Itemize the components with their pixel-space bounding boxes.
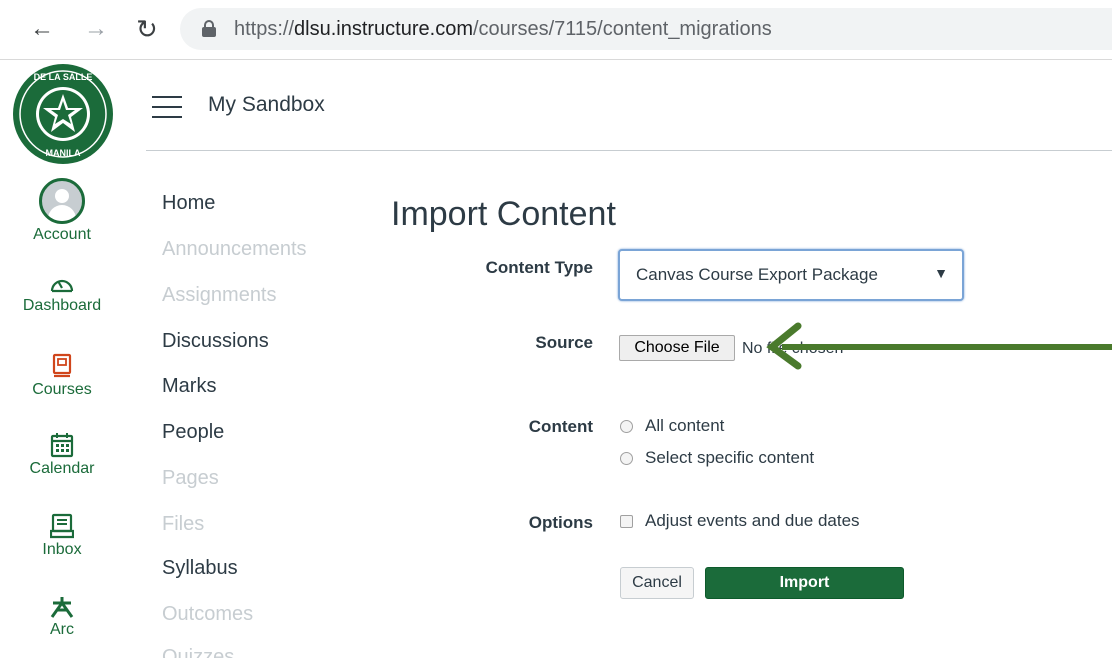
- import-button[interactable]: Import: [705, 567, 904, 599]
- global-nav-calendar[interactable]: Calendar: [0, 432, 124, 478]
- lock-icon: [202, 20, 216, 37]
- global-nav-inbox[interactable]: Inbox: [0, 513, 124, 559]
- course-header: My Sandbox: [146, 60, 1112, 151]
- radio-select-specific-content[interactable]: [620, 452, 633, 465]
- global-nav-courses[interactable]: Courses: [0, 353, 124, 399]
- choose-file-button[interactable]: Choose File: [619, 335, 735, 361]
- page-title: Import Content: [391, 195, 616, 233]
- course-nav-announcements[interactable]: Announcements: [162, 238, 307, 261]
- content-type-label: Content Type: [485, 258, 593, 277]
- address-bar[interactable]: https://dlsu.instructure.com/courses/711…: [180, 8, 1112, 50]
- annotation-arrow-icon: [766, 322, 1112, 370]
- book-icon: [52, 353, 72, 378]
- breadcrumb-course[interactable]: My Sandbox: [208, 93, 325, 117]
- browser-toolbar: ← → ↻ https://dlsu.instructure.com/cours…: [0, 0, 1112, 60]
- reload-icon[interactable]: ↻: [136, 14, 158, 44]
- arrow-right-icon[interactable]: →: [84, 14, 108, 44]
- cancel-button[interactable]: Cancel: [620, 567, 694, 599]
- global-nav-label: Account: [33, 226, 91, 243]
- course-nav-quizzes[interactable]: Quizzes: [162, 648, 234, 658]
- course-nav-outcomes[interactable]: Outcomes: [162, 603, 253, 626]
- global-nav-label: Calendar: [29, 460, 95, 477]
- adjust-dates-checkbox[interactable]: [620, 515, 633, 528]
- global-nav-label: Arc: [50, 621, 74, 638]
- radio-all-content[interactable]: [620, 420, 633, 433]
- url-path: /courses/7115/content_migrations: [473, 18, 772, 40]
- url-scheme: https://: [234, 18, 295, 40]
- course-nav-discussions[interactable]: Discussions: [162, 330, 269, 353]
- course-nav-home[interactable]: Home: [162, 192, 215, 215]
- url-host: dlsu.instructure.com: [294, 18, 473, 40]
- global-nav-label: Courses: [32, 381, 92, 398]
- global-nav-dashboard[interactable]: Dashboard: [0, 273, 124, 315]
- course-nav-files[interactable]: Files: [162, 513, 204, 536]
- select-specific-content-label[interactable]: Select specific content: [645, 448, 814, 468]
- dropdown-caret-icon: ▼: [934, 265, 948, 281]
- course-nav-assignments[interactable]: Assignments: [162, 284, 277, 307]
- source-label: Source: [535, 333, 593, 352]
- content-type-value: Canvas Course Export Package: [636, 265, 878, 284]
- avatar-icon: [39, 178, 85, 224]
- course-nav-people[interactable]: People: [162, 421, 224, 444]
- speedometer-icon: [50, 279, 74, 293]
- global-nav-account[interactable]: Account: [0, 178, 124, 244]
- global-nav: DE LA SALLE MANILA Account Dashboard Cou…: [0, 60, 124, 658]
- url-text[interactable]: https://dlsu.instructure.com/courses/711…: [234, 18, 772, 40]
- adjust-dates-label[interactable]: Adjust events and due dates: [645, 511, 860, 531]
- university-logo[interactable]: DE LA SALLE MANILA: [11, 62, 115, 166]
- course-nav-pages[interactable]: Pages: [162, 467, 219, 490]
- arc-icon: [50, 597, 74, 618]
- svg-text:DE LA SALLE: DE LA SALLE: [34, 72, 93, 82]
- arrow-left-icon[interactable]: ←: [30, 14, 54, 44]
- content-label: Content: [528, 417, 593, 436]
- hamburger-menu-icon[interactable]: [152, 96, 182, 118]
- options-label: Options: [528, 513, 593, 532]
- svg-text:MANILA: MANILA: [46, 148, 81, 158]
- global-nav-arc[interactable]: Arc: [0, 595, 124, 639]
- course-nav-marks[interactable]: Marks: [162, 375, 216, 398]
- all-content-label[interactable]: All content: [645, 416, 724, 436]
- calendar-icon: [50, 433, 74, 458]
- content-type-select[interactable]: Canvas Course Export Package ▼: [618, 249, 964, 301]
- global-nav-label: Inbox: [42, 541, 82, 558]
- global-nav-label: Dashboard: [22, 297, 102, 314]
- inbox-icon: [50, 513, 74, 539]
- course-nav-syllabus[interactable]: Syllabus: [162, 557, 238, 580]
